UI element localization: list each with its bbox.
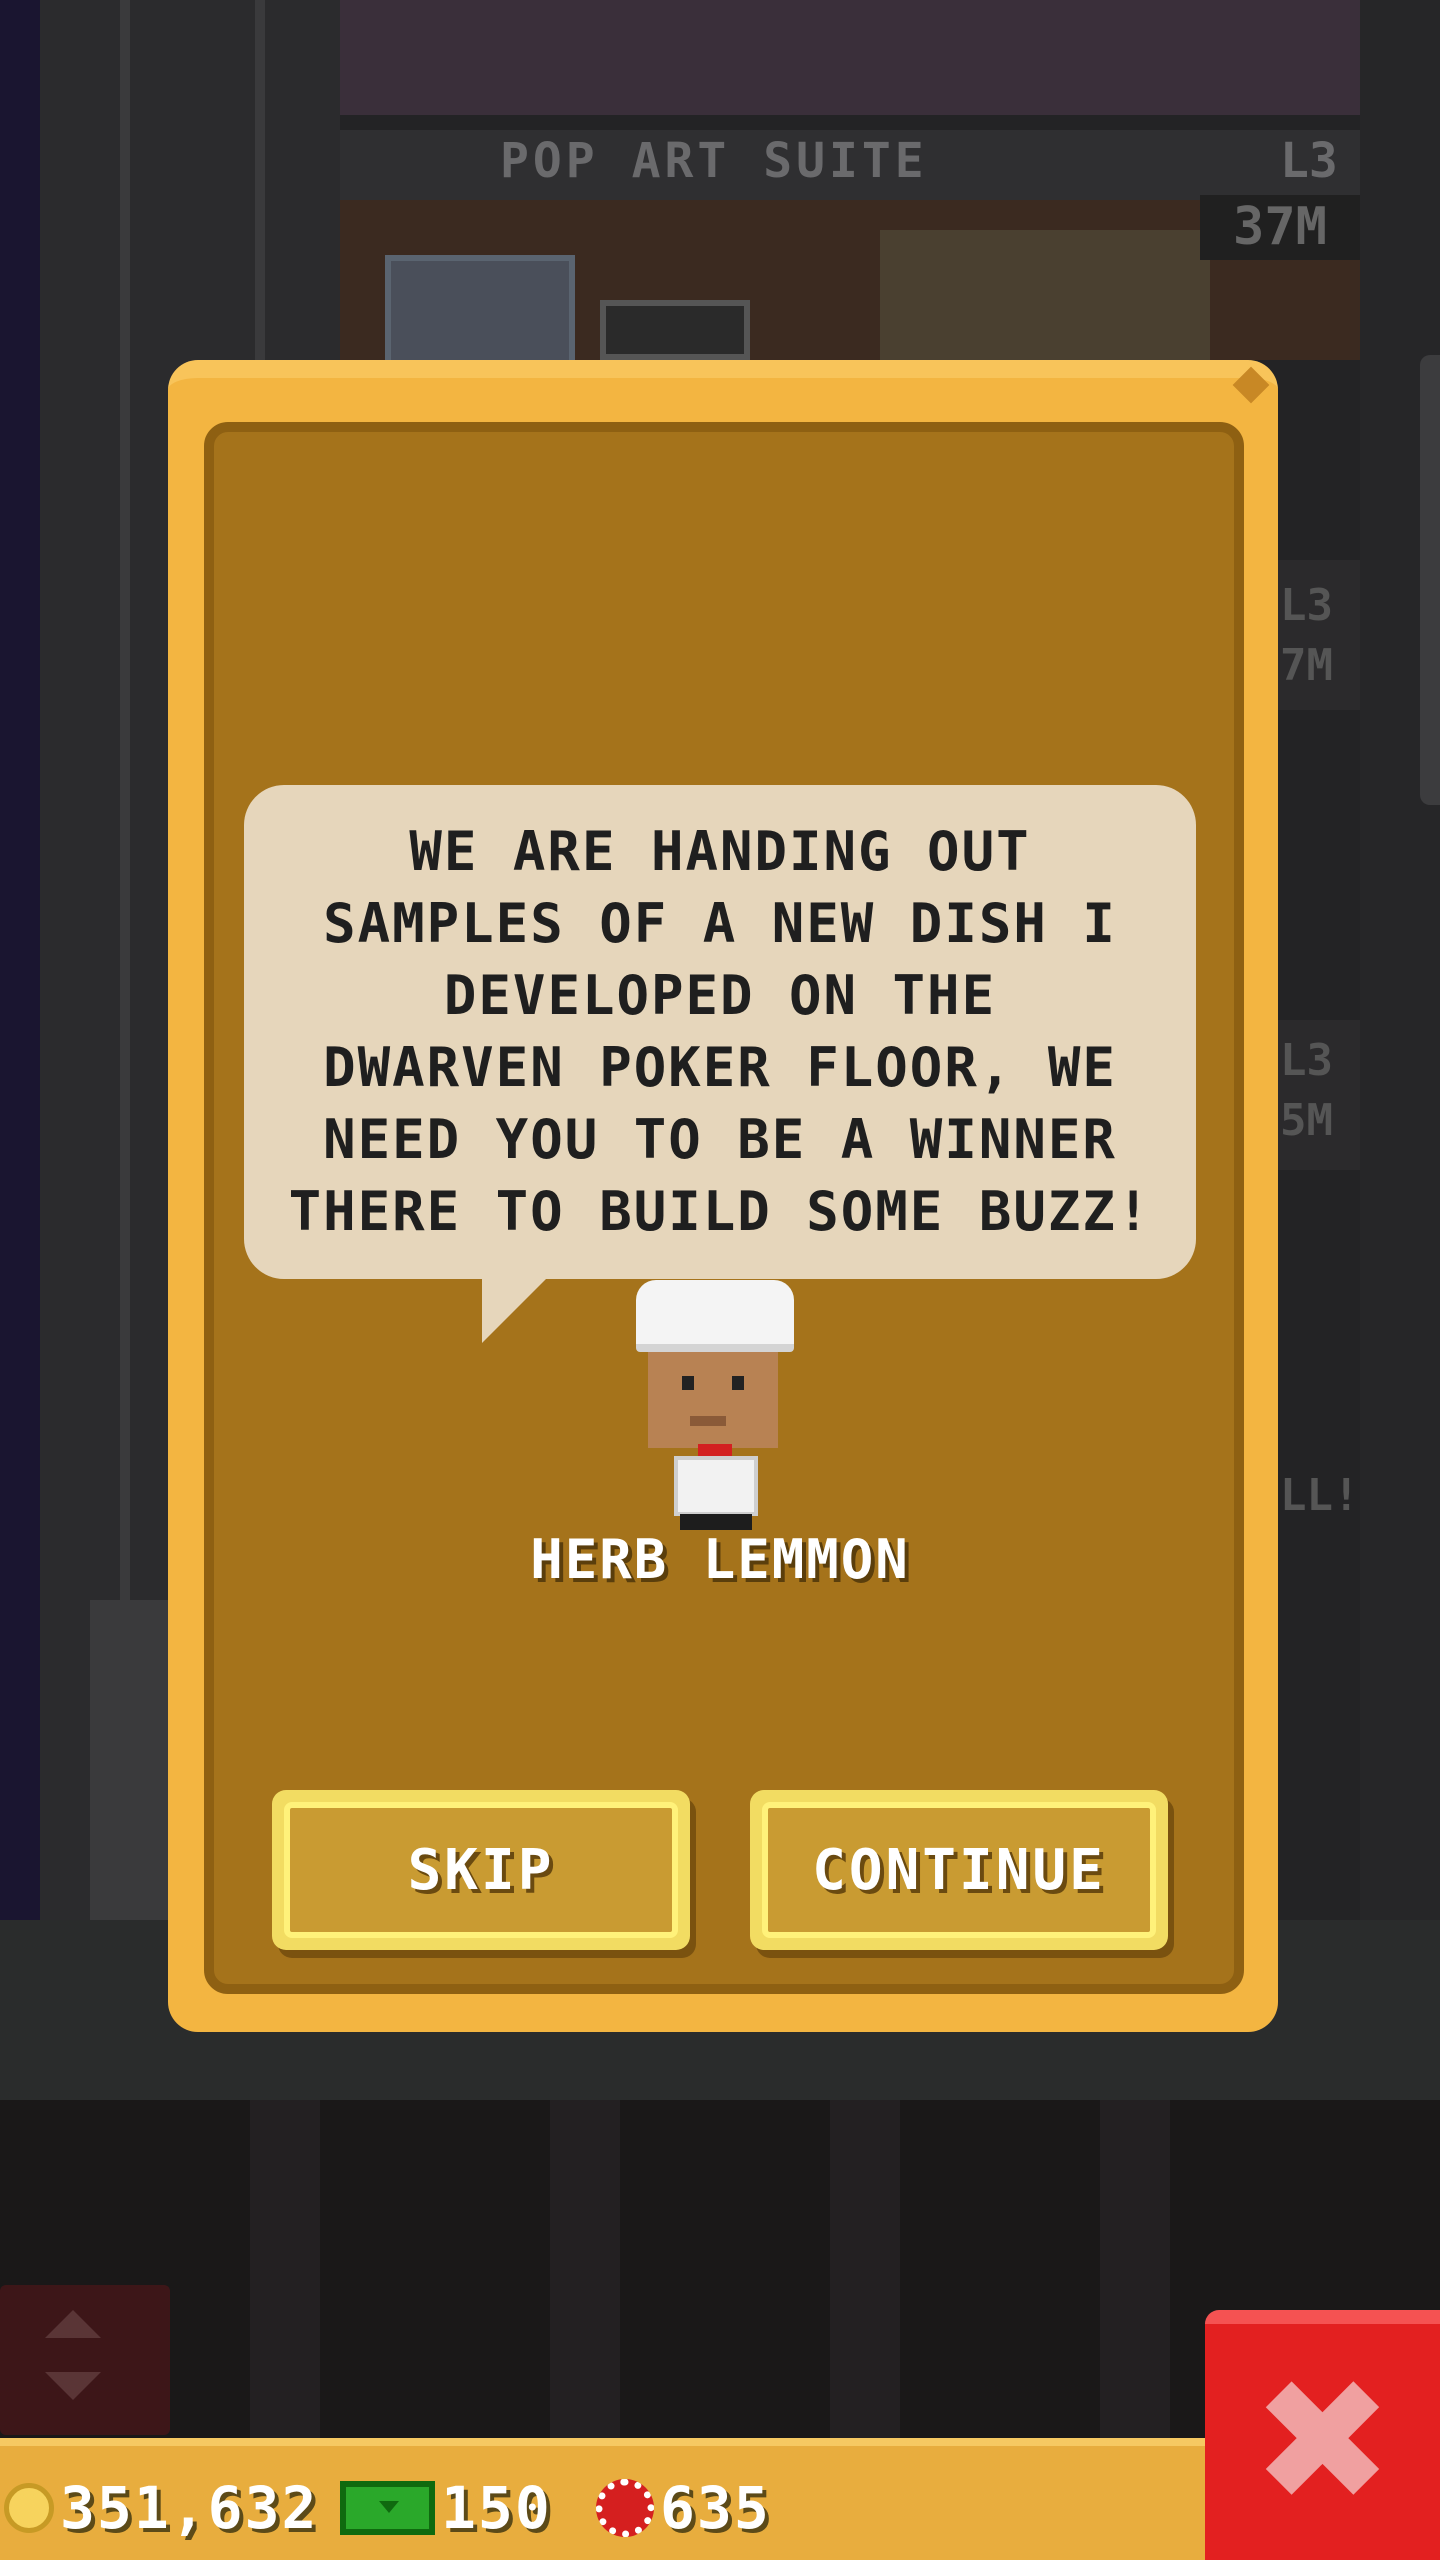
basement-pillar bbox=[550, 2100, 620, 2440]
floor-title: POP ART SUITE bbox=[500, 133, 928, 189]
side-floor-label: LL! bbox=[1280, 1470, 1360, 1521]
basement-pillar bbox=[830, 2100, 900, 2440]
chef-mouth bbox=[690, 1416, 726, 1426]
chef-neckerchief bbox=[698, 1444, 732, 1456]
elevator-button[interactable] bbox=[0, 2285, 170, 2435]
basement-pillar bbox=[1100, 2100, 1170, 2440]
side-floor-level: L3 bbox=[1280, 580, 1333, 631]
right-column bbox=[1360, 0, 1440, 1920]
chef-avatar bbox=[630, 1280, 800, 1530]
room-painting bbox=[385, 255, 575, 375]
skip-button-label: SKIP bbox=[407, 1837, 555, 1903]
tower-bux-icon bbox=[340, 2481, 435, 2535]
close-icon: ✖ bbox=[1251, 2343, 1394, 2541]
currency-bar: 351,632 150 635 bbox=[0, 2438, 1210, 2560]
side-floor-level: L3 bbox=[1280, 1035, 1333, 1086]
elevator-car bbox=[90, 1600, 170, 1920]
basement-pillar bbox=[250, 2100, 320, 2440]
speech-bubble: WE ARE HANDING OUT SAMPLES OF A NEW DISH… bbox=[244, 785, 1196, 1279]
speech-bubble-tail bbox=[482, 1277, 548, 1343]
bux-value: 150 bbox=[441, 2474, 552, 2542]
chef-head bbox=[648, 1352, 778, 1448]
side-floor-price: 7M bbox=[1280, 640, 1333, 691]
room-artwork bbox=[880, 230, 1210, 360]
elevator-down-arrow-icon bbox=[45, 2372, 101, 2400]
chef-jacket bbox=[674, 1456, 758, 1516]
elevator-up-down-icon bbox=[45, 2310, 101, 2338]
chef-eye bbox=[732, 1376, 744, 1390]
poker-chip-icon bbox=[596, 2479, 654, 2537]
side-floor-price: 5M bbox=[1280, 1095, 1333, 1146]
skip-button-face[interactable]: SKIP bbox=[284, 1802, 678, 1938]
chips-value: 635 bbox=[660, 2474, 771, 2542]
room-door bbox=[600, 300, 750, 360]
continue-button-label: CONTINUE bbox=[812, 1837, 1106, 1903]
character-name: HERB LEMMON bbox=[530, 1528, 910, 1591]
coins-display: 351,632 bbox=[4, 2468, 318, 2548]
chips-display[interactable]: 635 bbox=[596, 2468, 771, 2548]
floor-level: L3 bbox=[1280, 133, 1338, 189]
bux-display[interactable]: 150 bbox=[340, 2468, 552, 2548]
close-button[interactable]: ✖ bbox=[1205, 2310, 1440, 2560]
floor-top-room bbox=[340, 0, 1360, 115]
side-scroll-handle[interactable] bbox=[1420, 355, 1440, 805]
dialog-message: WE ARE HANDING OUT SAMPLES OF A NEW DISH… bbox=[288, 820, 1152, 1243]
coin-icon bbox=[4, 2483, 54, 2533]
floor-price: 37M bbox=[1200, 195, 1360, 260]
chef-hat bbox=[636, 1280, 794, 1352]
skip-button[interactable]: SKIP bbox=[272, 1790, 690, 1950]
continue-button[interactable]: CONTINUE bbox=[750, 1790, 1168, 1950]
coins-value: 351,632 bbox=[60, 2474, 319, 2542]
chef-eye bbox=[682, 1376, 694, 1390]
continue-button-face[interactable]: CONTINUE bbox=[762, 1802, 1156, 1938]
